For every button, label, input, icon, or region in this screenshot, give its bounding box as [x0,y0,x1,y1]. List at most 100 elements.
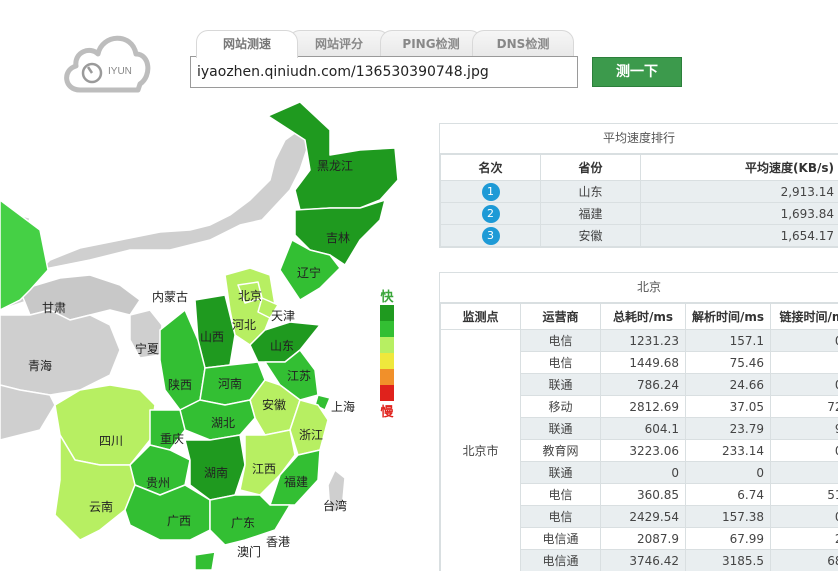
province-hainan [194,551,216,571]
isp-cell: 电信 [520,351,601,374]
table-row[interactable]: 1 山东 2,913.14 [440,180,838,203]
speed-cell: 1,654.17 [640,224,838,247]
dns-time-cell: 233.14 [685,439,771,462]
label-shanghai: 上海 [331,400,356,414]
dns-time-cell: 157.38 [685,505,771,528]
isp-cell: 电信 [520,329,601,352]
speed-cell: 1,693.84 [640,202,838,225]
china-speed-map: 黑龙江 吉林 辽宁 内蒙古 北京 天津 河北 山西 山东 甘肃 宁夏 青海 陕西… [0,100,420,571]
dns-time-cell: 6.74 [685,483,771,506]
province-cell: 安徽 [540,224,641,247]
dns-time-cell: 37.05 [685,395,771,418]
total-time-cell: 0 [600,461,686,484]
rank-badge: 2 [481,204,500,223]
label-beijing: 北京 [238,289,263,303]
isp-table: 监测点 运营商 总耗时/ms 解析时间/ms 链接时间/ms 北京市电信1231… [440,303,838,571]
test-button[interactable]: 测一下 [592,57,682,87]
legend-slow-label: 慢 [380,405,394,420]
label-jilin: 吉林 [326,231,351,245]
header-isp: 运营商 [520,303,601,330]
header-total-time: 总耗时/ms [600,303,686,330]
isp-cell: 联通 [520,417,601,440]
legend-swatch-6 [380,385,394,401]
connect-time-cell: 0.9 [770,439,838,462]
rank-badge: 3 [481,226,500,245]
label-anhui: 安徽 [262,398,287,412]
connect-time-cell: 9.9 [770,417,838,440]
total-time-cell: 2087.9 [600,527,686,550]
table-row[interactable]: 北京市电信1231.23157.10.5 [440,329,838,571]
isp-detail-panel: 北京 监测点 运营商 总耗时/ms 解析时间/ms 链接时间/ms 北京市电信1… [439,272,838,571]
monitor-site-cell: 北京市 [440,329,521,571]
tab-ping[interactable]: PING检测 [380,30,482,58]
connect-time-cell: 72.3 [770,395,838,418]
province-neimenggu [39,114,321,271]
label-hebei: 河北 [232,318,257,332]
label-jiangxi: 江西 [252,462,277,476]
isp-cell: 电信 [520,483,601,506]
speed-legend: 快 慢 [379,286,397,420]
isp-cell: 联通 [520,461,601,484]
legend-swatch-2 [380,321,394,337]
header-province: 省份 [540,154,641,181]
connect-time-cell: 0.5 [770,505,838,528]
province-qinghai [0,309,121,396]
label-hongkong: 香港 [266,535,291,549]
header-rank: 名次 [440,154,541,181]
legend-fast-label: 快 [380,290,394,305]
connect-time-cell: 68.8 [770,549,838,571]
legend-swatch-3 [380,337,394,353]
dns-time-cell: 67.99 [685,527,771,550]
speed-ranking-panel: 平均速度排行 名次 省份 平均速度(KB/s) 1 山东 2,913.14 2 … [439,123,838,248]
isp-region-title: 北京 [440,273,838,303]
label-gansu: 甘肃 [42,301,67,315]
isp-cell: 电信 [520,505,601,528]
total-time-cell: 360.85 [600,483,686,506]
province-cell: 山东 [540,180,641,203]
ranking-title: 平均速度排行 [440,124,838,154]
label-jiangsu: 江苏 [287,369,312,383]
header-dns-time: 解析时间/ms [685,303,771,330]
total-time-cell: 2812.69 [600,395,686,418]
tab-site-score[interactable]: 网站评分 [288,30,390,58]
legend-swatch-4 [380,353,394,369]
tab-dns[interactable]: DNS检测 [472,30,574,58]
table-row[interactable]: 3 安徽 1,654.17 [440,224,838,247]
legend-swatch-5 [380,369,394,385]
label-guangdong: 广东 [231,516,256,530]
total-time-cell: 3746.42 [600,549,686,571]
label-shanxi: 山西 [200,330,225,344]
label-sichuan: 四川 [99,434,124,448]
ranking-header-row: 名次 省份 平均速度(KB/s) [440,154,838,181]
rank-badge: 1 [481,182,500,201]
logo-text: IYUN [108,66,132,77]
label-ningxia: 宁夏 [135,342,160,356]
connect-time-cell: 0.5 [770,329,838,352]
total-time-cell: 1231.23 [600,329,686,352]
dns-time-cell: 75.46 [685,351,771,374]
label-henan: 河南 [218,377,243,391]
label-fujian: 福建 [284,475,309,489]
total-time-cell: 1449.68 [600,351,686,374]
connect-time-cell [770,461,838,484]
site-logo[interactable]: IYUN [58,24,154,96]
table-row[interactable]: 2 福建 1,693.84 [440,202,838,225]
header-connect-time: 链接时间/ms [770,303,838,330]
connect-time-cell: 2.6 [770,527,838,550]
label-neimenggu: 内蒙古 [152,290,189,304]
isp-cell: 联通 [520,373,601,396]
label-macau: 澳门 [237,545,262,559]
total-time-cell: 604.1 [600,417,686,440]
dns-time-cell: 24.66 [685,373,771,396]
isp-cell: 移动 [520,395,601,418]
total-time-cell: 2429.54 [600,505,686,528]
tab-site-speed[interactable]: 网站测速 [196,30,298,58]
label-tianjin: 天津 [271,309,296,323]
isp-header-row: 监测点 运营商 总耗时/ms 解析时间/ms 链接时间/ms [440,303,838,330]
label-shandong: 山东 [270,339,295,353]
isp-cell: 电信通 [520,549,601,571]
connect-time-cell: 51.7 [770,483,838,506]
label-chongqing: 重庆 [160,432,185,446]
total-time-cell: 786.24 [600,373,686,396]
url-input[interactable] [190,56,578,88]
